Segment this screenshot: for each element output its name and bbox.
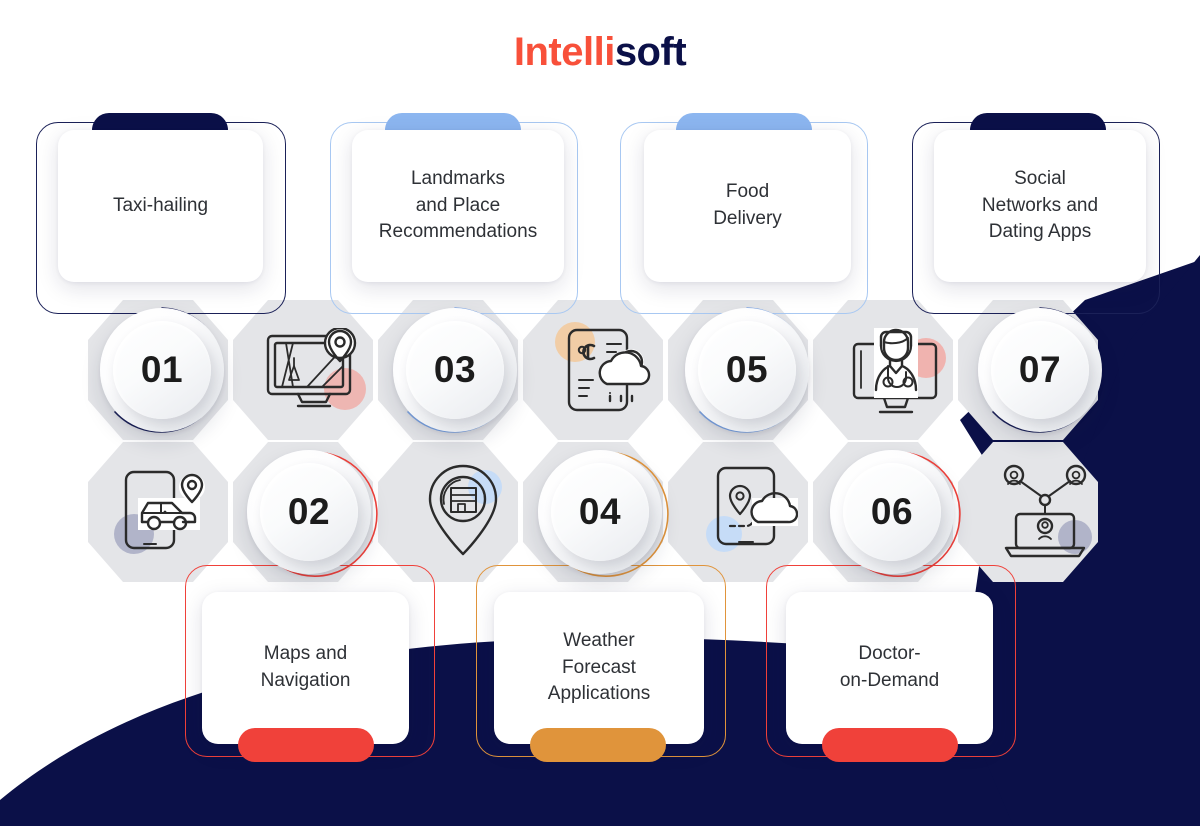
knob-number: 03 — [433, 349, 477, 390]
card-label: Food Delivery — [713, 181, 782, 229]
knob-number: 02 — [287, 491, 331, 532]
card-label: Taxi-hailing — [112, 194, 209, 216]
phone-weather-icon — [555, 322, 653, 418]
brand-logo-part1: Intelli — [513, 30, 615, 74]
knob-inner: 01 — [113, 321, 211, 419]
knob-inner: 06 — [843, 463, 941, 561]
knob-inner: 05 — [698, 321, 796, 419]
knob-number: 05 — [725, 349, 769, 390]
number-knob-06: 06 — [830, 450, 961, 577]
card-label: Landmarks and Place Recommendations — [378, 167, 538, 243]
card-taxi-hailing[interactable]: Taxi-hailing — [58, 130, 263, 282]
card-pill-doctor-on-demand — [822, 728, 958, 762]
card-label: Doctor- on-Demand — [839, 643, 940, 691]
card-pill-maps-navigation — [238, 728, 374, 762]
knob-inner: 07 — [991, 321, 1089, 419]
knob-inner: 04 — [551, 463, 649, 561]
knob-number: 07 — [1018, 349, 1062, 390]
card-pill-weather-forecast — [530, 728, 666, 762]
number-knob-07: 07 — [978, 307, 1102, 433]
doctor-monitor-icon — [848, 326, 948, 418]
knob-inner: 03 — [406, 321, 504, 419]
number-knob-04: 04 — [538, 450, 669, 577]
number-knob-05: 05 — [685, 307, 809, 433]
card-label: Social Networks and Dating Apps — [981, 167, 1099, 243]
infographic-canvas: Intellisoft Taxi-hailing Landmarks and P… — [0, 0, 1200, 826]
social-network-laptop-icon — [1000, 462, 1094, 558]
phone-car-location-icon — [112, 466, 212, 558]
location-pin-landmark-icon — [420, 462, 506, 558]
knob-number: 04 — [578, 491, 622, 532]
number-knob-02: 02 — [247, 450, 378, 577]
card-food-delivery[interactable]: Food Delivery — [644, 130, 851, 282]
brand-logo: Intellisoft — [0, 30, 1200, 75]
card-label: Maps and Navigation — [260, 643, 351, 691]
knob-number: 06 — [870, 491, 914, 532]
card-landmarks[interactable]: Landmarks and Place Recommendations — [352, 130, 564, 282]
knob-inner: 02 — [260, 463, 358, 561]
card-doctor-on-demand[interactable]: Doctor- on-Demand — [786, 592, 993, 744]
phone-food-delivery-icon — [706, 464, 798, 556]
card-weather-forecast[interactable]: Weather Forecast Applications — [494, 592, 704, 744]
knob-number: 01 — [140, 349, 184, 390]
brand-logo-part2: soft — [614, 30, 687, 74]
number-knob-01: 01 — [100, 307, 224, 433]
card-label: Weather Forecast Applications — [547, 629, 651, 705]
map-monitor-icon — [262, 328, 366, 416]
number-knob-03: 03 — [393, 307, 517, 433]
card-social-networks[interactable]: Social Networks and Dating Apps — [934, 130, 1146, 282]
card-maps-navigation[interactable]: Maps and Navigation — [202, 592, 409, 744]
